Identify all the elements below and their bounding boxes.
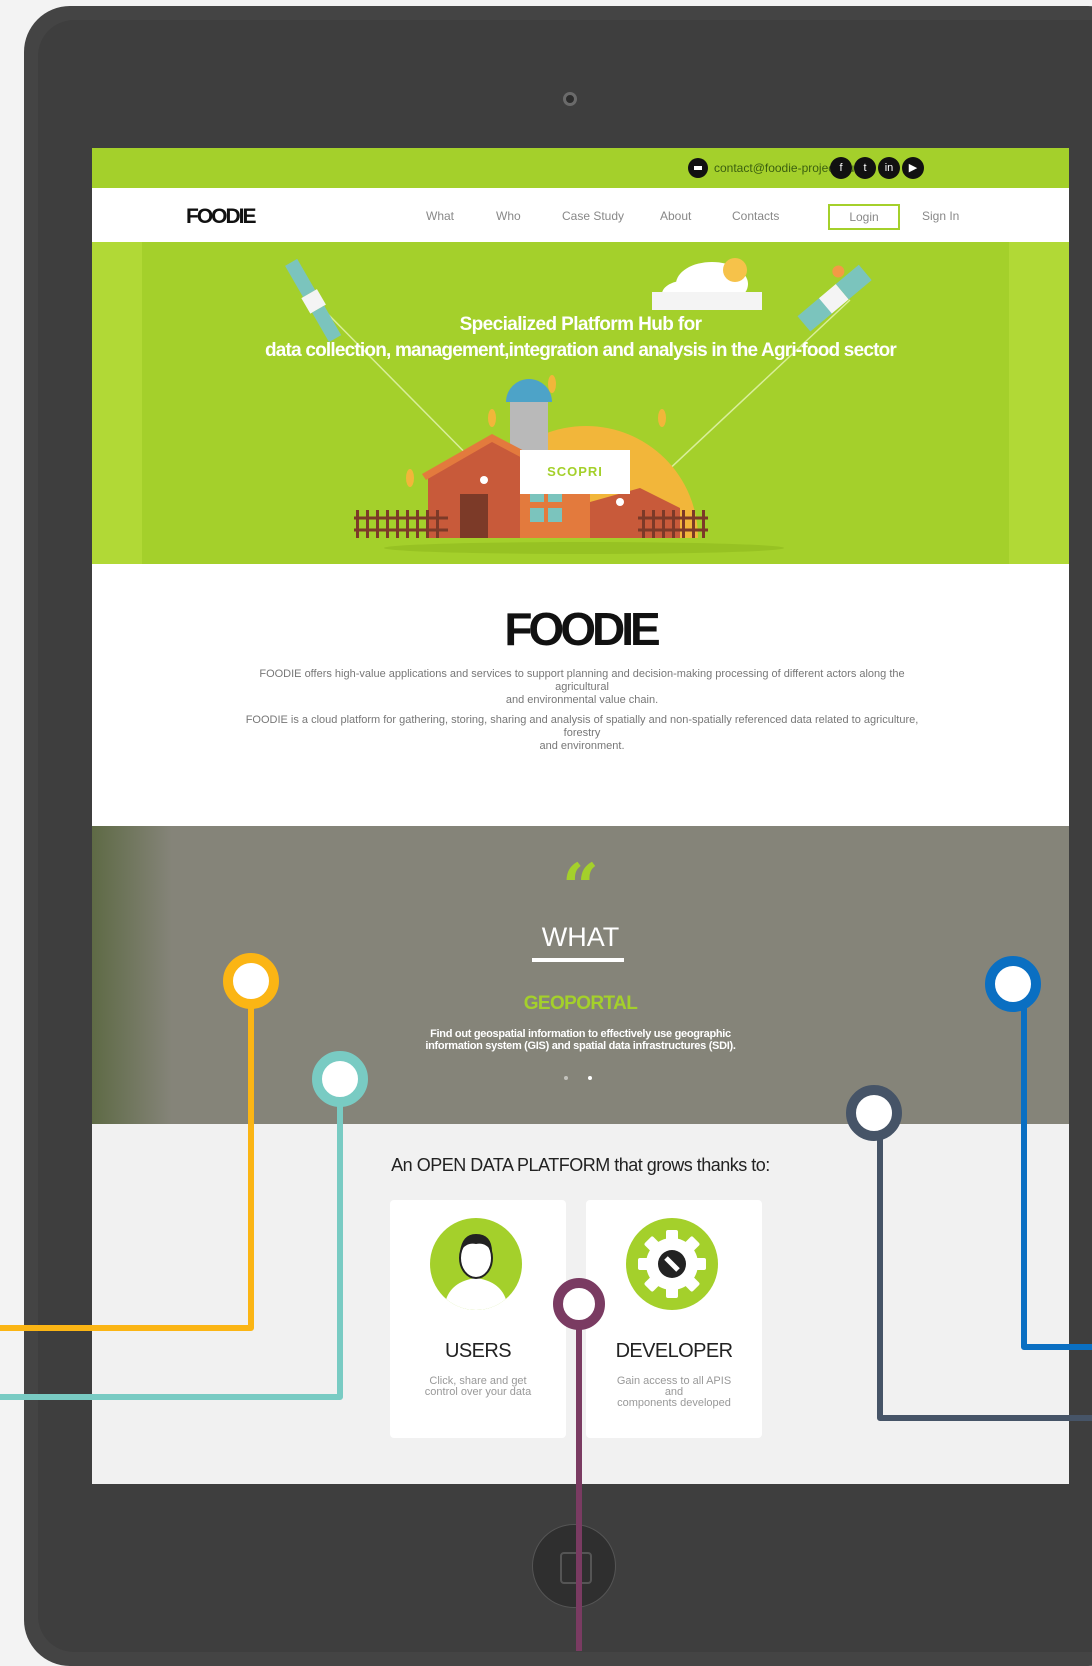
email-icon — [688, 158, 708, 178]
linkedin-icon[interactable]: in — [878, 157, 900, 179]
slide-desc-line1: Find out geospatial information to effec… — [430, 1028, 731, 1040]
twitter-icon[interactable]: t — [854, 157, 876, 179]
open-data-title: An OPEN DATA PLATFORM that grows thanks … — [391, 1155, 770, 1175]
hero-banner: Specialized Platform Hub for data collec… — [92, 242, 1069, 564]
what-title: WHAT — [541, 922, 620, 952]
site-logo[interactable]: FOODIE — [186, 205, 257, 229]
cloud-icon — [652, 258, 762, 310]
hero-title-line1: Specialized Platform Hub for — [459, 314, 702, 335]
hero-title-line2: data collection, management,integration … — [264, 340, 897, 361]
developer-desc-line1: Gain access to all APIS and — [616, 1375, 732, 1398]
users-card[interactable]: USERS Click, share and get control over … — [390, 1200, 566, 1438]
hero-illustration — [285, 258, 872, 554]
about-p2-line2: forestry — [563, 727, 601, 739]
developer-card-desc: Gain access to all APIS and components d… — [608, 1376, 740, 1409]
scopri-button[interactable]: SCOPRI — [520, 450, 630, 494]
slide-description: Find out geospatial information to effec… — [392, 1028, 769, 1052]
about-paragraph-1: FOODIE offers high-value applications an… — [202, 668, 962, 707]
signin-link[interactable]: Sign In — [922, 209, 959, 223]
slide-title: GEOPORTAL — [523, 993, 638, 1014]
developer-card-title: DEVELOPER — [615, 1340, 733, 1362]
camera-icon — [563, 92, 577, 106]
facebook-icon[interactable]: f — [830, 157, 852, 179]
home-square-icon — [560, 1552, 592, 1584]
user-avatar-icon — [430, 1218, 522, 1310]
users-desc-line2: control over your data — [424, 1386, 532, 1398]
developer-desc-line2: components developed — [617, 1397, 731, 1409]
youtube-icon[interactable]: ▶ — [902, 157, 924, 179]
slide-desc-line2: information system (GIS) and spatial dat… — [425, 1040, 736, 1052]
nav-item-case-study[interactable]: Case Study — [562, 209, 624, 223]
about-p1-line1: FOODIE offers high-value applications an… — [259, 668, 905, 680]
about-paragraph-2: FOODIE is a cloud platform for gathering… — [202, 714, 962, 753]
nav-item-who[interactable]: Who — [496, 209, 521, 223]
quote-icon: “ — [562, 850, 599, 925]
slider-dot-active[interactable] — [588, 1076, 592, 1080]
open-data-section: An OPEN DATA PLATFORM that grows thanks … — [92, 1124, 1069, 1484]
about-p1-line2: agricultural — [555, 681, 609, 693]
users-card-title: USERS — [445, 1340, 512, 1362]
about-p1-line3: and environmental value chain. — [505, 694, 659, 706]
what-underline — [532, 958, 624, 962]
main-navbar: FOODIE What Who Case Study About Contact… — [92, 188, 1069, 242]
foodie-logo: FOODIE — [504, 603, 660, 655]
home-button[interactable] — [532, 1524, 616, 1608]
website-screen: contact@foodie-project.eu f t in ▶ FOODI… — [92, 148, 1069, 1484]
nav-item-about[interactable]: About — [660, 209, 691, 223]
nav-item-contacts[interactable]: Contacts — [732, 209, 779, 223]
about-p2-line3: and environment. — [539, 740, 625, 752]
top-contact-bar: contact@foodie-project.eu f t in ▶ — [92, 148, 1069, 188]
users-card-desc: Click, share and get control over your d… — [412, 1376, 544, 1398]
login-button[interactable]: Login — [828, 204, 900, 230]
developer-card[interactable]: DEVELOPER Gain access to all APIS and co… — [586, 1200, 762, 1438]
about-p2-line1: FOODIE is a cloud platform for gathering… — [245, 714, 919, 726]
slider-dot[interactable] — [564, 1076, 568, 1080]
gear-icon — [626, 1218, 718, 1310]
nav-item-what[interactable]: What — [426, 209, 454, 223]
about-section: FOODIE FOODIE offers high-value applicat… — [92, 564, 1069, 826]
what-section: “ WHAT GEOPORTAL Find out geospatial inf… — [92, 826, 1069, 1124]
